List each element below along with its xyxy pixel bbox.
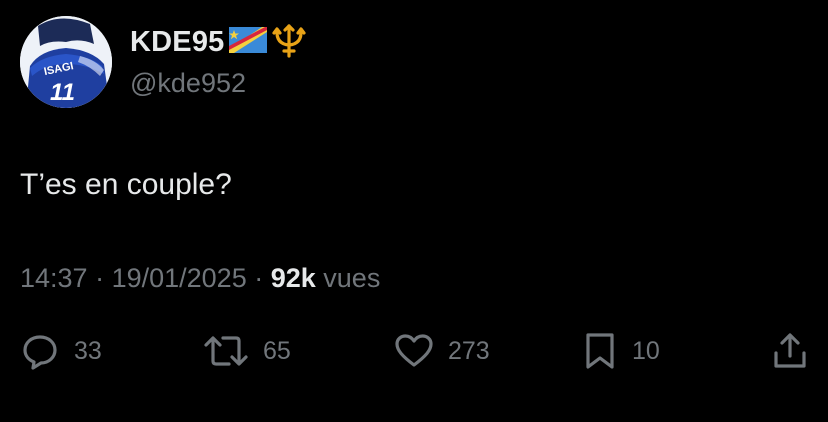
avatar-image: ISAGI 11 bbox=[20, 16, 112, 108]
trident-icon bbox=[271, 22, 307, 63]
avatar[interactable]: ISAGI 11 bbox=[20, 16, 112, 108]
action-bar: 33 65 273 10 bbox=[0, 328, 828, 374]
bookmark-button[interactable]: 10 bbox=[582, 328, 660, 374]
retweet-count: 65 bbox=[263, 336, 291, 365]
bookmark-icon bbox=[582, 331, 618, 371]
views-label: vues bbox=[315, 263, 381, 293]
tweet-text: T’es en couple? bbox=[20, 168, 232, 201]
reply-button[interactable]: 33 bbox=[20, 328, 102, 374]
avatar-jersey-number: 11 bbox=[50, 79, 75, 106]
tweet-meta: 14:37 · 19/01/2025 · 92k vues bbox=[20, 263, 380, 294]
tweet: ISAGI 11 KDE95 @kde952 T’es en couple? 1… bbox=[0, 0, 828, 422]
tweet-date[interactable]: 19/01/2025 bbox=[112, 263, 247, 293]
views-count[interactable]: 92k bbox=[271, 263, 316, 293]
meta-separator: · bbox=[246, 263, 271, 293]
bookmark-count: 10 bbox=[632, 336, 660, 365]
reply-icon bbox=[20, 331, 60, 371]
like-button[interactable]: 273 bbox=[394, 328, 490, 374]
reply-count: 33 bbox=[74, 336, 102, 365]
retweet-button[interactable]: 65 bbox=[203, 328, 291, 374]
heart-icon bbox=[394, 331, 434, 371]
share-icon bbox=[770, 331, 810, 371]
name-row: KDE95 bbox=[130, 22, 307, 62]
meta-separator: · bbox=[87, 263, 112, 293]
retweet-icon bbox=[203, 331, 249, 371]
tweet-time[interactable]: 14:37 bbox=[20, 263, 88, 293]
display-name[interactable]: KDE95 bbox=[130, 26, 225, 59]
share-button[interactable] bbox=[770, 328, 810, 374]
like-count: 273 bbox=[448, 336, 490, 365]
dr-congo-flag-icon bbox=[228, 26, 267, 58]
tweet-header: KDE95 @kde952 bbox=[130, 22, 307, 99]
user-handle[interactable]: @kde952 bbox=[130, 68, 307, 99]
